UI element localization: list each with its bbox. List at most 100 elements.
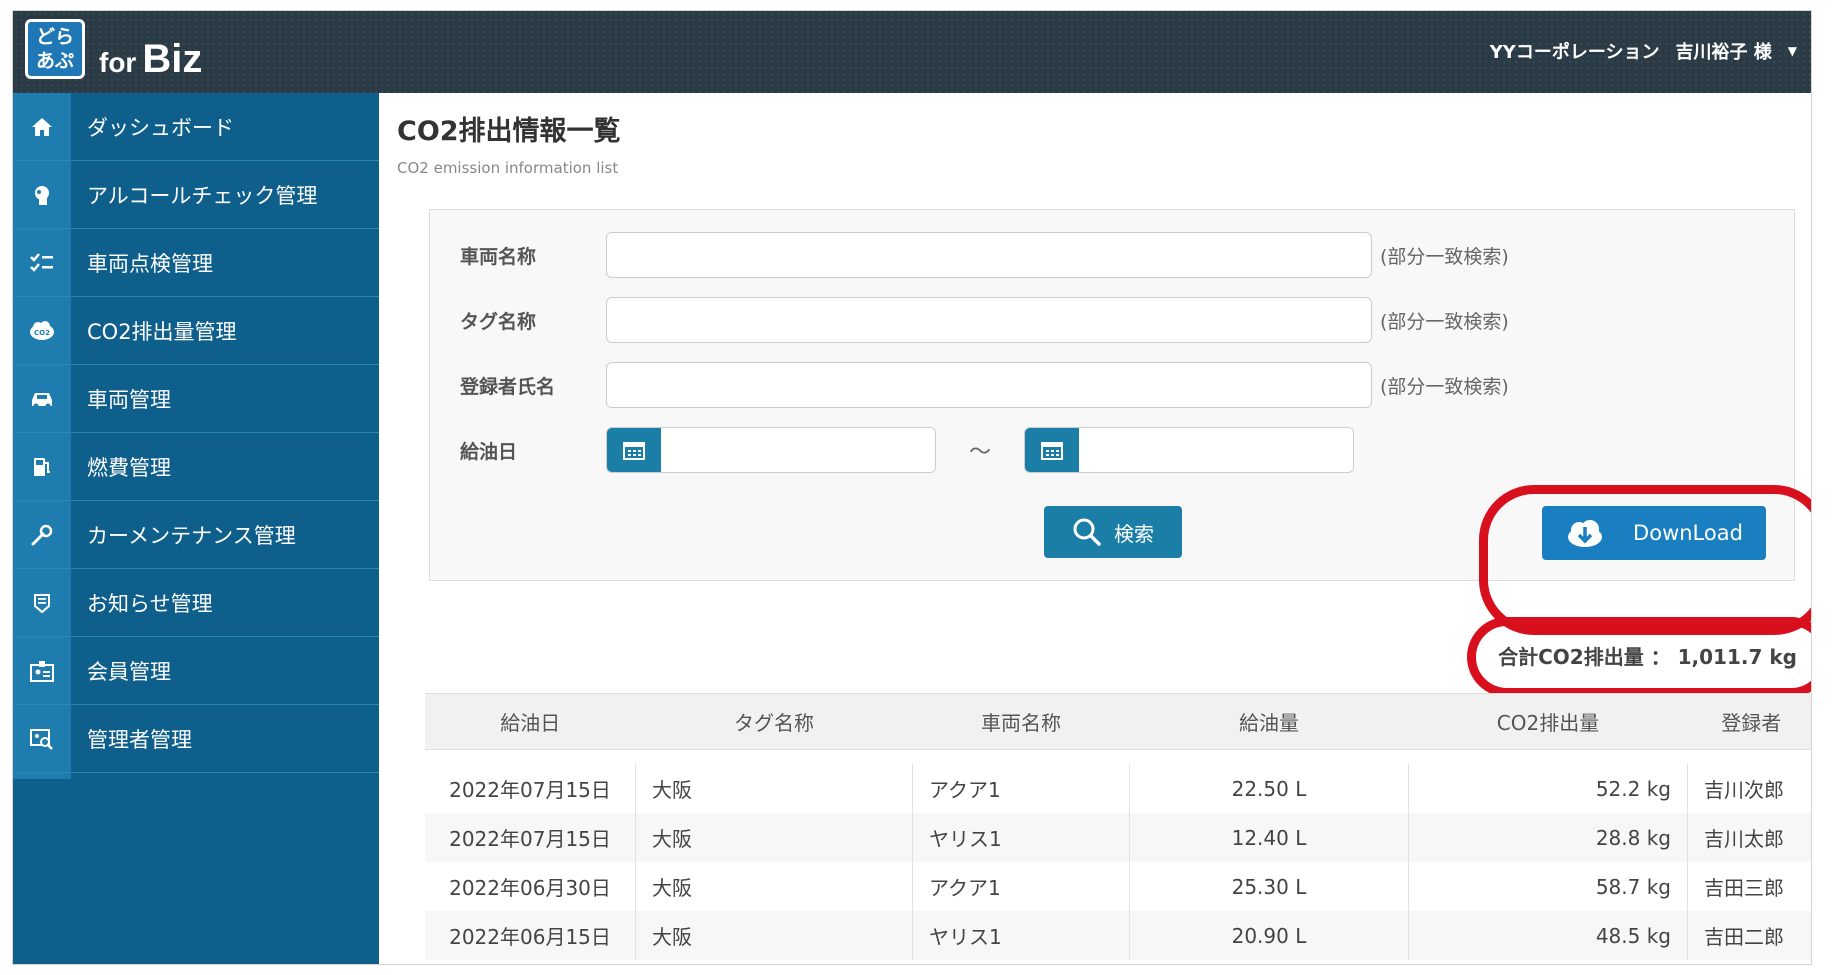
- sidebar-item-label: 燃費管理: [87, 455, 171, 480]
- cell-registrant: 吉田二郎: [1704, 925, 1784, 949]
- cell-refuel-date: 2022年06月15日: [425, 911, 636, 960]
- vehicle-name-input[interactable]: [606, 232, 1372, 278]
- sidebar-item-co2[interactable]: CO2 CO2排出量管理: [13, 297, 379, 365]
- logo-text-bottom: あぷ: [35, 50, 74, 72]
- cell-fuel: 22.50 L: [1129, 764, 1409, 813]
- cell-fuel: 20.90 L: [1129, 911, 1409, 960]
- cell-co2: 28.8 kg: [1408, 813, 1688, 862]
- top-header: どら あぷ for Biz YYコーポレーション 吉川裕子 様 ▼: [13, 11, 1811, 93]
- search-button-label: 検索: [1114, 523, 1154, 546]
- cell-vehicle: アクア1: [912, 862, 1130, 911]
- cell-co2: 48.5 kg: [1408, 911, 1688, 960]
- vehicle-name-row: 車両名称 (部分一致検索): [460, 232, 1509, 278]
- co2-cloud-icon: CO2: [13, 319, 71, 343]
- company-name: YYコーポレーション: [1489, 42, 1660, 63]
- date-from-field: [606, 427, 936, 473]
- partial-match-hint: (部分一致検索): [1380, 375, 1509, 398]
- table-row[interactable]: 2022年06月30日 大阪 アクア1 25.30 L 58.7 kg 吉田三郎: [425, 862, 1811, 911]
- logo-text-top: どら: [35, 26, 74, 48]
- co2-table: 給油日 タグ名称 車両名称 給油量 CO2排出量 登録者 2022年07月15日…: [425, 693, 1812, 960]
- sidebar-item-label: 管理者管理: [87, 727, 192, 752]
- sidebar-item-fuel[interactable]: 燃費管理: [13, 433, 379, 501]
- partial-match-hint: (部分一致検索): [1380, 310, 1509, 333]
- date-range-separator: ～: [968, 440, 991, 465]
- brand-for: for: [99, 47, 137, 78]
- col-header-tag[interactable]: タグ名称: [636, 694, 913, 750]
- sidebar-item-label: お知らせ管理: [87, 591, 213, 616]
- notice-icon: [13, 591, 71, 615]
- sidebar-item-label: 車両管理: [87, 387, 171, 412]
- cell-fuel: 12.40 L: [1129, 813, 1409, 862]
- cell-vehicle: アクア1: [912, 764, 1130, 813]
- sidebar-item-label: カーメンテナンス管理: [87, 523, 296, 548]
- cell-co2: 52.2 kg: [1408, 764, 1688, 813]
- cell-registrant: 吉川太郎: [1704, 827, 1784, 851]
- search-button[interactable]: 検索: [1044, 506, 1182, 558]
- sidebar-item-label: ダッシュボード: [87, 115, 234, 140]
- brand-name: for Biz: [99, 37, 202, 82]
- member-card-icon: [13, 659, 71, 683]
- table-row[interactable]: 2022年07月15日 大阪 アクア1 22.50 L 52.2 kg 吉川次郎: [425, 764, 1811, 813]
- user-menu[interactable]: YYコーポレーション 吉川裕子 様 ▼: [1490, 38, 1797, 64]
- sidebar-item-notices[interactable]: お知らせ管理: [13, 569, 379, 637]
- sidebar-item-label: アルコールチェック管理: [87, 183, 318, 208]
- table-row[interactable]: 2022年07月15日 大阪 ヤリス1 12.40 L 28.8 kg 吉川太郎: [425, 813, 1811, 862]
- col-header-fuel[interactable]: 給油量: [1130, 694, 1409, 750]
- sidebar-item-alcohol-check[interactable]: アルコールチェック管理: [13, 161, 379, 229]
- table-header-row: 給油日 タグ名称 車両名称 給油量 CO2排出量 登録者: [425, 693, 1812, 750]
- caret-down-icon[interactable]: ▼: [1788, 44, 1797, 58]
- home-icon: [13, 115, 71, 139]
- app-logo[interactable]: どら あぷ: [25, 19, 85, 79]
- page-subtitle: CO2 emission information list: [397, 159, 619, 177]
- cell-tag: 大阪: [635, 911, 913, 960]
- checklist-icon: [13, 251, 71, 275]
- cell-registrant: 吉田三郎: [1704, 876, 1784, 900]
- sidebar-item-maintenance[interactable]: カーメンテナンス管理: [13, 501, 379, 569]
- registrant-label: 登録者氏名: [460, 375, 556, 398]
- sidebar-item-label: 会員管理: [87, 659, 171, 684]
- sidebar-item-label: CO2排出量管理: [87, 319, 237, 344]
- fuel-pump-icon: [13, 455, 71, 479]
- cell-tag: 大阪: [635, 862, 913, 911]
- tag-name-label: タグ名称: [460, 310, 537, 333]
- table-row[interactable]: 2022年06月15日 大阪 ヤリス1 20.90 L 48.5 kg 吉田二郎: [425, 911, 1811, 960]
- highlight-ring-total: [1467, 617, 1811, 697]
- svg-text:CO2: CO2: [34, 329, 50, 337]
- sidebar-item-vehicle-inspection[interactable]: 車両点検管理: [13, 229, 379, 297]
- admin-search-icon: [13, 727, 71, 751]
- cell-vehicle: ヤリス1: [912, 911, 1130, 960]
- sidebar-item-vehicles[interactable]: 車両管理: [13, 365, 379, 433]
- date-from-input[interactable]: [661, 428, 935, 472]
- wrench-icon: [13, 523, 71, 547]
- cell-refuel-date: 2022年06月30日: [425, 862, 636, 911]
- car-icon: [13, 388, 71, 410]
- date-to-input[interactable]: [1079, 428, 1353, 472]
- refuel-date-row: 給油日 ～: [460, 427, 1354, 473]
- tag-name-input[interactable]: [606, 297, 1372, 343]
- col-header-registrant[interactable]: 登録者: [1688, 694, 1812, 750]
- sidebar-item-members[interactable]: 会員管理: [13, 637, 379, 705]
- cell-registrant: 吉川次郎: [1704, 778, 1784, 802]
- cell-vehicle: ヤリス1: [912, 813, 1130, 862]
- cell-tag: 大阪: [635, 813, 913, 862]
- registrant-input[interactable]: [606, 362, 1372, 408]
- date-to-field: [1024, 427, 1354, 473]
- page-title: CO2排出情報一覧: [397, 116, 621, 147]
- main-content: CO2排出情報一覧 CO2 emission information list …: [379, 93, 1811, 964]
- registrant-row: 登録者氏名 (部分一致検索): [460, 362, 1509, 408]
- sidebar-item-label: 車両点検管理: [87, 251, 213, 276]
- refuel-date-label: 給油日: [460, 440, 518, 463]
- col-header-refuel-date[interactable]: 給油日: [425, 694, 636, 750]
- cell-refuel-date: 2022年07月15日: [425, 764, 636, 813]
- col-header-co2[interactable]: CO2排出量: [1409, 694, 1688, 750]
- cell-tag: 大阪: [635, 764, 913, 813]
- cell-fuel: 25.30 L: [1129, 862, 1409, 911]
- sidebar-item-dashboard[interactable]: ダッシュボード: [13, 93, 379, 161]
- cell-refuel-date: 2022年07月15日: [425, 813, 636, 862]
- vehicle-name-label: 車両名称: [460, 245, 537, 268]
- partial-match-hint: (部分一致検索): [1380, 245, 1509, 268]
- sidebar-item-admins[interactable]: 管理者管理: [13, 705, 379, 773]
- calendar-icon[interactable]: [607, 428, 661, 472]
- calendar-icon[interactable]: [1025, 428, 1079, 472]
- col-header-vehicle[interactable]: 車両名称: [913, 694, 1130, 750]
